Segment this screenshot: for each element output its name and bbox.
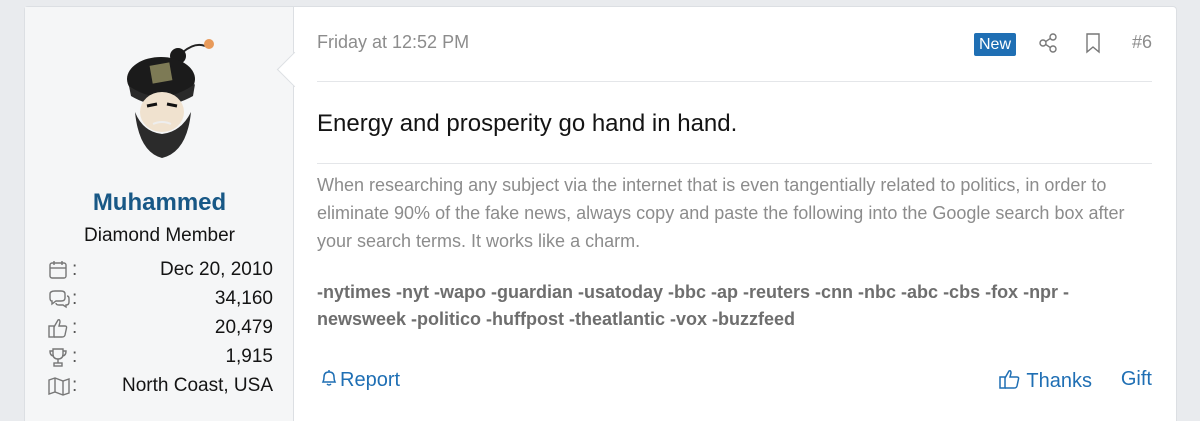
stat-value: 34,160 [214,288,273,309]
avatar[interactable] [105,34,223,164]
stat-colon: : [72,346,78,367]
stat-location: : North Coast, USA [47,373,273,402]
thumbs-up-icon [999,370,1020,389]
report-button[interactable]: Report [320,368,400,392]
signature-divider [317,163,1152,164]
map-icon [47,375,71,397]
stat-colon: : [72,288,78,309]
stat-colon: : [72,375,78,396]
username[interactable]: Muhammed [25,189,294,217]
share-icon[interactable] [1037,32,1059,54]
report-label: Report [340,369,401,391]
stat-value: 20,479 [214,317,273,338]
post-message: Energy and prosperity go hand in hand. [317,110,738,137]
stat-joined: : Dec 20, 2010 [47,257,273,286]
stat-colon: : [72,259,78,280]
signature-search-terms: -nytimes -nyt -wapo -guardian -usatoday … [317,282,1070,329]
post-date[interactable]: Friday at 12:52 PM [317,32,469,53]
divider [317,81,1152,82]
user-title: Diamond Member [84,225,235,246]
stat-reactions: : 20,479 [47,315,273,344]
calendar-icon [47,259,71,281]
user-info-panel: Muhammed Diamond Member : Dec 20, 2010 :… [25,7,294,421]
stat-value: 1,915 [225,346,273,367]
new-badge: New [973,33,1016,56]
bookmark-icon[interactable] [1082,32,1104,54]
post-number[interactable]: #6 [1132,32,1152,53]
messages-icon [47,288,71,310]
forum-post: Muhammed Diamond Member : Dec 20, 2010 :… [24,6,1177,421]
gift-button[interactable]: Gift [1121,368,1152,391]
stat-points: : 1,915 [47,344,273,373]
thanks-button[interactable]: Thanks [998,368,1092,393]
stat-value: Dec 20, 2010 [159,259,273,280]
post-body: Friday at 12:52 PM New #6 Energy and pro… [317,7,1176,421]
thanks-label: Thanks [1026,370,1092,392]
stat-colon: : [72,317,78,338]
trophy-icon [47,346,71,368]
stat-value[interactable]: North Coast, USA [122,375,273,397]
thumbs-up-icon [47,317,71,339]
user-stats: : Dec 20, 2010 : 34,160 : 20,479: 1,915… [47,257,273,402]
bell-icon [321,370,337,386]
stat-messages: : 34,160 [47,286,273,315]
signature-text: When researching any subject via the int… [317,175,1125,251]
